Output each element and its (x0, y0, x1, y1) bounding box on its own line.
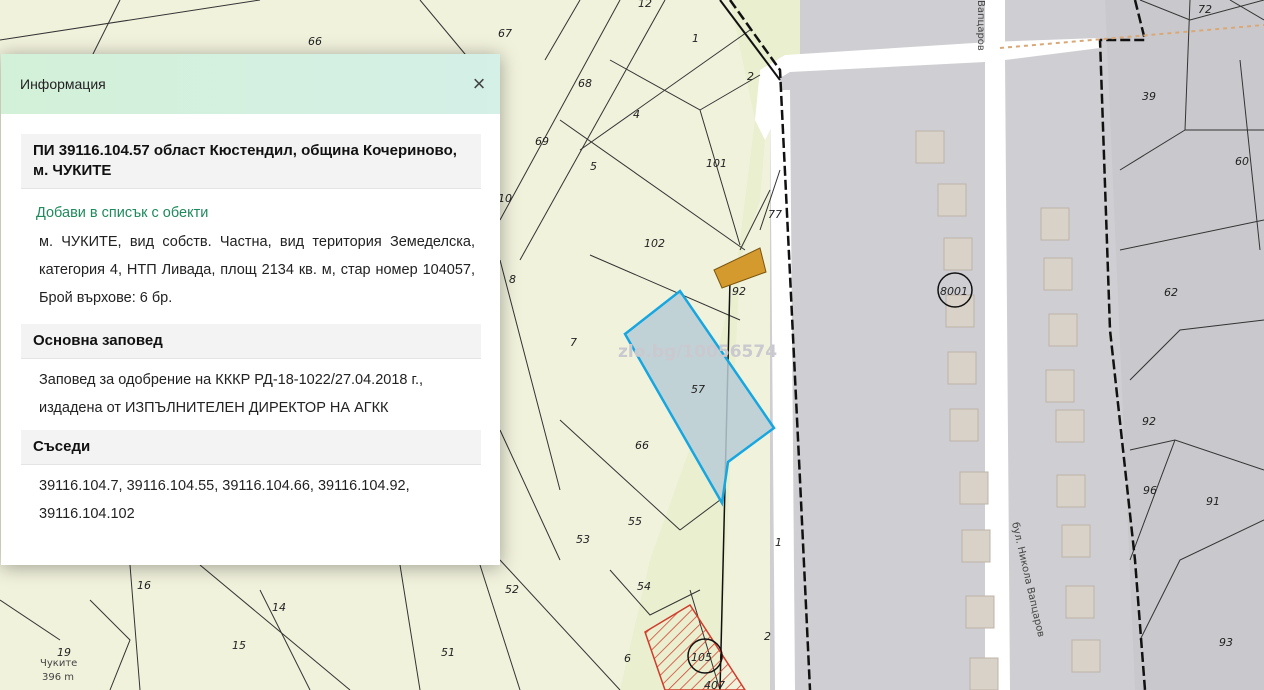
circle-label-105: 105 (691, 651, 712, 664)
parcel-label: 52 (505, 583, 519, 596)
panel-header: Информация × (1, 54, 500, 114)
parcel-label: 72 (1198, 3, 1212, 16)
parcel-label: 2 (764, 630, 771, 643)
circle-label: 8001 (940, 285, 968, 298)
watermark: zlo.bg/10056574 (618, 342, 777, 362)
parcel-label: 4 (633, 108, 640, 121)
parcel-label: 55 (628, 515, 642, 528)
parcel-label: 407 (704, 679, 725, 690)
settlement-name: Чуките (40, 658, 77, 669)
parcel-heading: ПИ 39116.104.57 област Кюстендил, община… (21, 134, 481, 189)
parcel-label: 10 (498, 192, 512, 205)
parcel-label: 8 (509, 273, 516, 286)
parcel-label: 77 (768, 208, 782, 221)
parcel-label: 96 (1143, 484, 1157, 497)
parcel-label: 6 (624, 652, 631, 665)
parcel-label: 1 (692, 32, 699, 45)
parcel-label: 51 (441, 646, 455, 659)
parcel-label: 66 (308, 35, 322, 48)
parcel-label: 60 (1235, 155, 1249, 168)
parcel-label: 67 (498, 27, 512, 40)
parcel-label: 12 (638, 0, 652, 10)
parcel-label: 14 (272, 601, 286, 614)
street-vapcarov (985, 0, 1005, 690)
parcel-label: 91 (1206, 495, 1220, 508)
panel-body: ПИ 39116.104.57 област Кюстендил, община… (1, 114, 500, 528)
parcel-description: м. ЧУКИТЕ, вид собств. Частна, вид терит… (39, 234, 475, 306)
info-panel: Информация × ПИ 39116.104.57 област Кюст… (1, 54, 500, 565)
parcel-label: 7 (570, 336, 577, 349)
parcel-label: 92 (1142, 415, 1156, 428)
order-text: Заповед за одобрение на КККР РД-18-1022/… (39, 372, 424, 416)
parcel-label: 16 (137, 579, 151, 592)
parcel-label: 102 (644, 237, 665, 250)
parcel-label: 62 (1164, 286, 1178, 299)
parcel-label: 54 (637, 580, 651, 593)
parcel-label: 15 (232, 639, 246, 652)
parcel-label: 5 (590, 160, 597, 173)
parcel-label: 1 (775, 536, 782, 549)
parcel-label: 53 (576, 533, 590, 546)
parcel-label: 101 (706, 157, 727, 170)
panel-title: Информация (20, 76, 106, 92)
order-heading: Основна заповед (21, 324, 481, 359)
close-icon[interactable]: × (468, 73, 490, 95)
parcel-label: 57 (691, 383, 705, 396)
street-label-top: Вапцаров (975, 0, 986, 51)
parcel-label: 39 (1142, 90, 1156, 103)
parcel-label: 68 (578, 77, 592, 90)
parcel-label: 92 (732, 285, 746, 298)
settlement-height: 396 m (42, 672, 74, 683)
parcel-label: 66 (635, 439, 649, 452)
parcel-label: 93 (1219, 636, 1233, 649)
parcel-label: 69 (535, 135, 549, 148)
neighbors-heading: Съседи (21, 430, 481, 465)
parcel-label: 2 (747, 70, 754, 83)
neighbors-text: 39116.104.7, 39116.104.55, 39116.104.66,… (39, 478, 410, 522)
add-to-list-link[interactable]: Добави в списък с обекти (36, 205, 481, 221)
